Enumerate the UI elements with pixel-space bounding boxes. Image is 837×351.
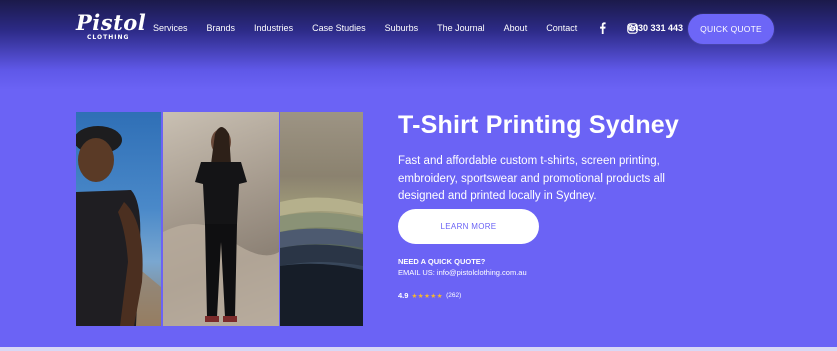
nav-about[interactable]: About (504, 23, 528, 33)
hero-image-fabric-panel (280, 112, 363, 326)
hero-description: Fast and affordable custom t-shirts, scr… (398, 155, 665, 202)
main-nav: Services Brands Industries Case Studies … (153, 22, 656, 34)
section-divider (0, 347, 837, 351)
site-header: Pistol CLOTHING Services Brands Industri… (0, 0, 837, 56)
hero-title: T-Shirt Printing Sydney (398, 111, 680, 139)
nav-case-studies[interactable]: Case Studies (312, 23, 366, 33)
logo[interactable]: Pistol CLOTHING (76, 10, 147, 46)
rating-value: 4.9 (398, 291, 409, 300)
hero-image-model-panel (76, 112, 161, 326)
hero-image (76, 112, 363, 326)
phone-number[interactable]: 0430 331 443 (628, 23, 683, 33)
learn-more-button[interactable]: LEARN MORE (398, 209, 539, 244)
nav-services[interactable]: Services (153, 23, 188, 33)
nav-industries[interactable]: Industries (254, 23, 293, 33)
logo-wordmark: Pistol (76, 10, 147, 35)
star-rating-icon: ★★★★★ (411, 292, 444, 300)
hero-image-woman-panel (163, 112, 279, 326)
need-quote-heading: NEED A QUICK QUOTE? (398, 257, 486, 266)
nav-brands[interactable]: Brands (207, 23, 236, 33)
nav-suburbs[interactable]: Suburbs (385, 23, 419, 33)
email-link[interactable]: EMAIL US: info@pistolclothing.com.au (398, 268, 527, 277)
nav-the-journal[interactable]: The Journal (437, 23, 485, 33)
nav-contact[interactable]: Contact (546, 23, 577, 33)
facebook-icon[interactable] (596, 22, 608, 34)
logo-subtitle: CLOTHING (87, 34, 130, 41)
rating-count: (262) (446, 292, 462, 299)
rating: 4.9 ★★★★★ (262) (398, 291, 461, 300)
quick-quote-button[interactable]: QUICK QUOTE (688, 14, 774, 44)
